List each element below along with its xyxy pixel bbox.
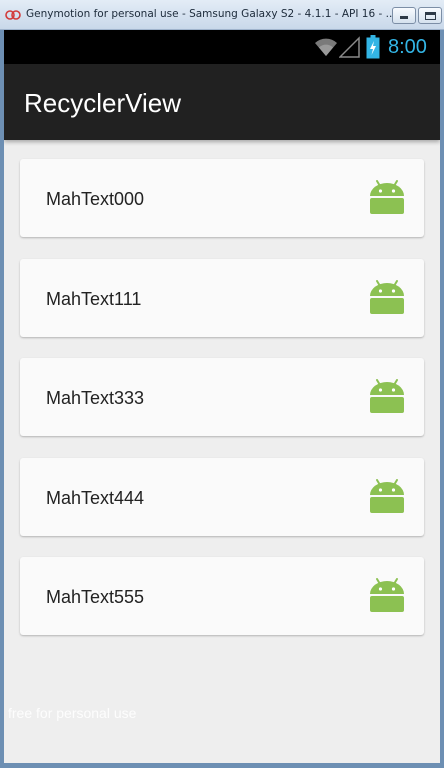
- android-icon: [370, 379, 404, 413]
- status-time: 8:00: [388, 36, 427, 58]
- genymotion-app-icon: [5, 10, 21, 20]
- emulator-screen: 8:00 RecyclerView MahText000 MahText111: [4, 30, 440, 763]
- battery-charging-icon: [366, 35, 380, 59]
- minimize-button[interactable]: [392, 7, 416, 24]
- list-item-label: MahText444: [46, 487, 145, 508]
- list-item-label: MahText111: [46, 288, 142, 309]
- android-icon: [370, 279, 404, 314]
- recycler-list[interactable]: MahText000 MahText111 MahText333 MahText…: [20, 159, 424, 657]
- page-title: RecyclerView: [24, 88, 182, 118]
- minimize-icon: [400, 16, 408, 19]
- maximize-icon: [425, 12, 436, 20]
- action-bar: RecyclerView: [4, 64, 440, 140]
- signal-icon: [339, 36, 360, 58]
- android-icon: [370, 478, 404, 513]
- list-item[interactable]: MahText555: [20, 557, 424, 635]
- wifi-icon: [315, 38, 337, 56]
- window-titlebar: Genymotion for personal use - Samsung Ga…: [0, 0, 444, 30]
- status-bar: 8:00: [4, 30, 440, 64]
- list-item[interactable]: MahText111: [20, 258, 424, 337]
- list-item[interactable]: MahText000: [20, 159, 424, 237]
- android-icon: [370, 578, 404, 612]
- list-item[interactable]: MahText444: [20, 457, 424, 536]
- list-item-label: MahText000: [46, 189, 145, 209]
- window-title: Genymotion for personal use - Samsung Ga…: [26, 8, 396, 20]
- window-bottom-border: [0, 763, 444, 768]
- maximize-button[interactable]: [418, 7, 442, 24]
- watermark: free for personal use: [8, 705, 137, 721]
- list-item-label: MahText333: [46, 388, 145, 408]
- list-item[interactable]: MahText333: [20, 358, 424, 436]
- android-icon: [370, 180, 404, 214]
- list-item-label: MahText555: [46, 587, 145, 607]
